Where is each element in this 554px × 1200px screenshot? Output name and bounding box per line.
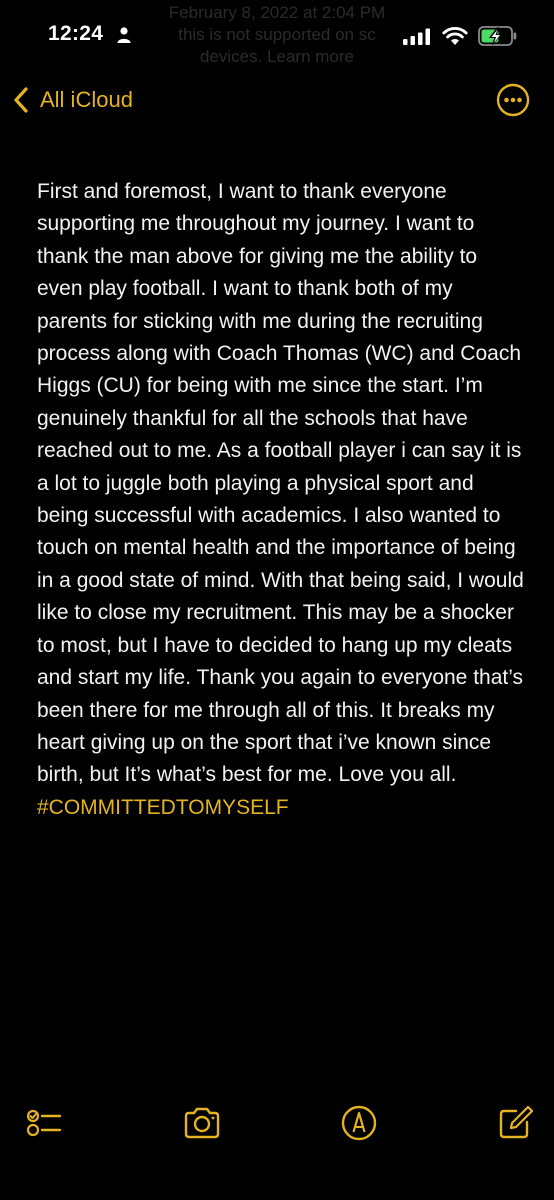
person-icon	[117, 27, 131, 43]
navigation-bar: All iCloud	[0, 72, 554, 128]
back-button[interactable]: All iCloud	[10, 80, 133, 120]
cellular-signal-icon	[403, 28, 430, 45]
compose-icon[interactable]	[495, 1103, 535, 1143]
markup-icon[interactable]	[339, 1103, 379, 1143]
battery-charging-icon	[478, 26, 517, 46]
chevron-left-icon	[14, 87, 28, 113]
wifi-icon	[442, 27, 468, 45]
ghost-overlay-line-1: February 8, 2022 at 2:04 PM	[168, 3, 386, 22]
note-hashtag-link[interactable]: #COMMITTEDTOMYSELF	[37, 796, 289, 819]
camera-icon[interactable]	[182, 1103, 222, 1143]
bottom-toolbar	[0, 1095, 554, 1151]
back-button-label: All iCloud	[40, 87, 133, 112]
status-time: 12:24	[48, 22, 104, 45]
ghost-overlay-line-3: devices. Learn more	[199, 47, 355, 66]
checklist-icon[interactable]	[24, 1103, 64, 1143]
note-body-text: First and foremost, I want to thank ever…	[37, 180, 524, 787]
status-bar: February 8, 2022 at 2:04 PM this is not …	[0, 0, 554, 72]
ellipsis-circle-icon[interactable]	[496, 83, 530, 117]
note-body[interactable]: First and foremost, I want to thank ever…	[37, 176, 527, 824]
